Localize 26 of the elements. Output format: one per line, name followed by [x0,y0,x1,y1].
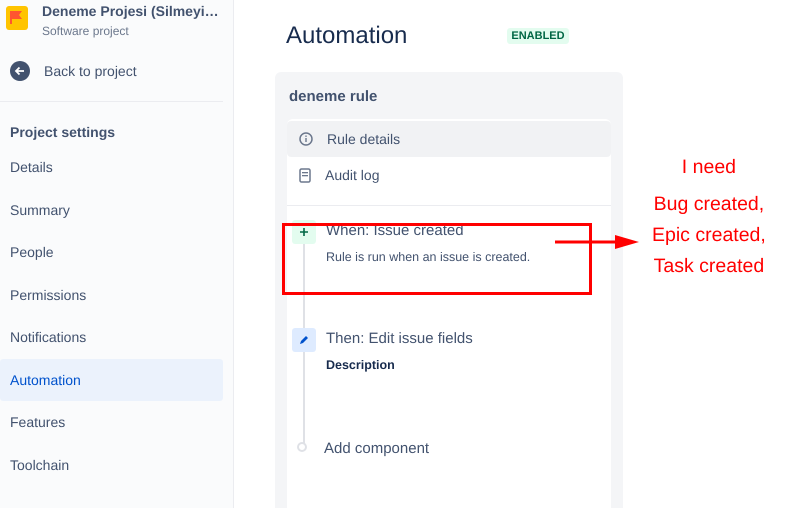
sidebar-heading: Project settings [9,123,116,142]
page-title: Automation [286,22,408,50]
sidebar-item[interactable]: Permissions [0,274,223,316]
rule-menu-item[interactable]: Rule details [287,121,611,157]
step-detail: Rule is run when an issue is created. [326,250,530,264]
sidebar-item[interactable]: Toolchain [0,444,223,486]
pencil-icon [292,328,316,352]
annotation-note: I need Bug created, Epic created, Task created [652,155,766,279]
rule-name: deneme rule [288,87,378,107]
document-icon [299,168,311,182]
step-detail: Description [326,358,396,372]
project-name: Deneme Projesi (Silmeyi… [42,2,219,20]
sidebar-item[interactable]: Notifications [0,316,223,358]
sidebar-item[interactable]: Summary [0,188,223,231]
step-title[interactable]: Then: Edit issue fields [326,328,473,350]
step-title[interactable]: Add component [324,438,430,460]
sidebar-item[interactable]: Automation [0,358,223,401]
sidebar-item[interactable]: Details [0,146,223,188]
status-lozenge: ENABLED [507,28,569,44]
project-type: Software project [42,24,130,38]
sidebar-item[interactable]: Features [0,401,223,444]
sidebar-item[interactable]: People [0,231,223,274]
project-avatar [6,6,28,30]
rule-menu-item[interactable]: Audit log [287,157,611,193]
back-link[interactable]: Back to project [0,56,233,86]
info-icon [299,132,313,146]
